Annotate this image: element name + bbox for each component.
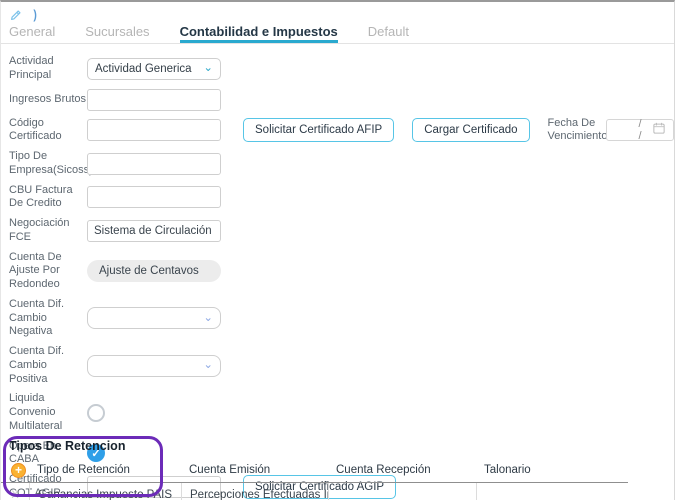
cuenta-dif-negativa-select[interactable]: ⌄ <box>87 307 221 329</box>
cuenta-dif-positiva-select[interactable]: ⌄ <box>87 355 221 377</box>
actividad-principal-value: Actividad Generica <box>95 63 192 75</box>
chevron-right-icon[interactable]: ) <box>33 8 36 22</box>
cuenta-ajuste-label: Cuenta De Ajuste Por Redondeo <box>9 251 87 292</box>
cell-cuenta-emision[interactable]: Percepciones Efectuadas Imp. p... <box>181 483 328 500</box>
date-placeholder: / / <box>615 118 653 142</box>
field-row-tipo-empresa: Tipo De Empresa(Sicoss) <box>9 150 674 178</box>
cuenta-dif-negativa-label: Cuenta Dif. Cambio Negativa <box>9 298 87 339</box>
codigo-certificado-input[interactable] <box>87 119 221 141</box>
cargar-certificado-button[interactable]: Cargar Certificado <box>412 118 529 142</box>
retenciones-table: + Tipo de Retención Cuenta Emisión Cuent… <box>1 458 628 500</box>
cbu-factura-label: CBU Factura De Credito <box>9 184 87 212</box>
tab-sucursales[interactable]: Sucursales <box>85 24 149 43</box>
negociacion-fce-label: Negociación FCE <box>9 217 87 245</box>
field-row-cuenta-dif-positiva: Cuenta Dif. Cambio Positiva ⌄ <box>9 345 674 386</box>
column-header-cuenta-recepcion: Cuenta Recepción <box>328 464 476 476</box>
column-header-cuenta-emision: Cuenta Emisión <box>181 464 328 476</box>
ingresos-brutos-label: Ingresos Brutos <box>9 93 87 107</box>
fecha-vencimiento-input[interactable]: / / <box>606 119 674 141</box>
chevron-down-icon: ⌄ <box>203 313 213 325</box>
tab-default[interactable]: Default <box>368 24 409 43</box>
column-header-tipo: Tipo de Retención <box>29 464 181 476</box>
solicitar-certificado-afip-button[interactable]: Solicitar Certificado AFIP <box>243 118 394 142</box>
tab-contabilidad-e-impuestos[interactable]: Contabilidad e Impuestos <box>180 24 338 43</box>
cell-talonario[interactable] <box>476 483 628 500</box>
tab-bar: General Sucursales Contabilidad e Impues… <box>1 22 674 44</box>
cell-tipo[interactable]: Ganancias Impuesto PAIS <box>29 483 181 500</box>
cuenta-dif-positiva-label: Cuenta Dif. Cambio Positiva <box>9 345 87 386</box>
cuenta-ajuste-readonly: Ajuste de Centavos <box>87 260 221 282</box>
cell-cuenta-recepcion[interactable] <box>328 483 476 500</box>
section-title: Tipos De Retencion <box>1 433 675 458</box>
cbu-factura-input[interactable] <box>87 186 221 208</box>
field-row-codigo-certificado: Código Certificado Solicitar Certificado… <box>9 117 674 145</box>
field-row-cuenta-ajuste: Cuenta De Ajuste Por Redondeo Ajuste de … <box>9 251 674 292</box>
edit-icon[interactable] <box>9 8 23 22</box>
codigo-certificado-label: Código Certificado <box>9 117 87 145</box>
chevron-down-icon: ⌄ <box>203 63 213 75</box>
company-settings-page: ) General Sucursales Contabilidad e Impu… <box>0 0 675 500</box>
field-row-actividad-principal: Actividad Principal Actividad Generica ⌄ <box>9 55 674 83</box>
toolbar: ) <box>1 2 674 22</box>
tab-general[interactable]: General <box>9 24 55 43</box>
table-header-row: + Tipo de Retención Cuenta Emisión Cuent… <box>1 458 628 483</box>
ingresos-brutos-input[interactable] <box>87 89 221 111</box>
field-row-negociacion-fce: Negociación FCE <box>9 217 674 245</box>
column-header-talonario: Talonario <box>476 464 628 476</box>
liquida-convenio-label: Liquida Convenio Multilateral <box>9 392 87 433</box>
field-row-cbu-factura: CBU Factura De Credito <box>9 184 674 212</box>
field-row-cuenta-dif-negativa: Cuenta Dif. Cambio Negativa ⌄ <box>9 298 674 339</box>
field-row-liquida-convenio: Liquida Convenio Multilateral <box>9 392 674 433</box>
table-row: X Ganancias Impuesto PAIS Percepciones E… <box>1 483 628 500</box>
liquida-convenio-checkbox[interactable] <box>87 404 105 422</box>
tipo-empresa-input[interactable] <box>87 153 221 175</box>
chevron-down-icon: ⌄ <box>203 360 213 372</box>
actividad-principal-label: Actividad Principal <box>9 55 87 83</box>
delete-row-icon[interactable]: X <box>1 483 29 500</box>
fecha-vencimiento-label: Fecha De Vencimiento <box>548 117 600 145</box>
tipos-de-retencion-section: Tipos De Retencion + Tipo de Retención C… <box>1 433 675 500</box>
actividad-principal-select[interactable]: Actividad Generica ⌄ <box>87 58 221 80</box>
tipo-empresa-label: Tipo De Empresa(Sicoss) <box>9 150 87 178</box>
negociacion-fce-input[interactable] <box>87 220 221 242</box>
contabilidad-form: Actividad Principal Actividad Generica ⌄… <box>1 44 674 500</box>
add-retencion-button[interactable]: + <box>11 463 26 478</box>
calendar-icon[interactable] <box>653 121 665 139</box>
field-row-ingresos-brutos: Ingresos Brutos <box>9 89 674 111</box>
